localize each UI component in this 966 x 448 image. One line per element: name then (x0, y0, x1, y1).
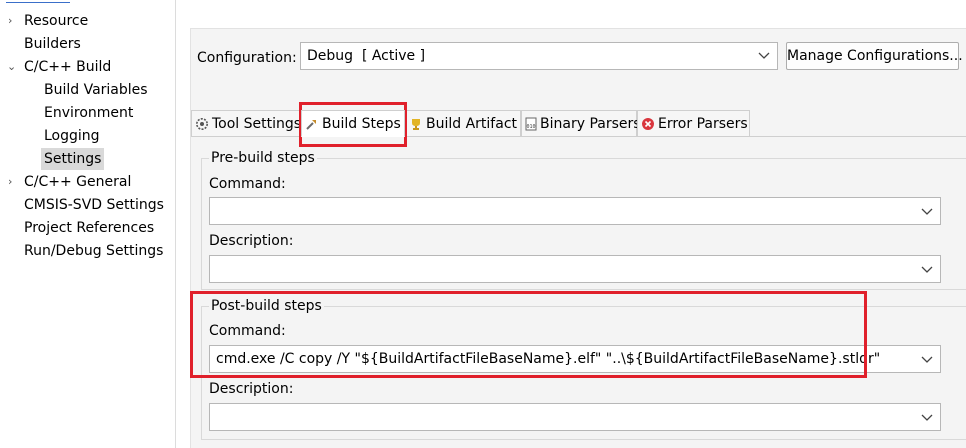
tree-item-logging[interactable]: Logging (44, 125, 100, 147)
properties-tree: › Resource Builders ⌄ C/C++ Build Build … (0, 0, 176, 448)
pre-build-description-input[interactable] (209, 255, 941, 283)
tree-item-cpp-general[interactable]: C/C++ General (24, 171, 131, 193)
tab-label: Error Parsers (658, 116, 748, 132)
error-icon (642, 118, 654, 130)
post-build-command-value: cmd.exe /C copy /Y "${BuildArtifactFileB… (216, 351, 881, 367)
pre-build-steps-title: Pre-build steps (209, 149, 317, 167)
gear-icon (196, 118, 208, 130)
tree-item-project-references[interactable]: Project References (24, 217, 154, 239)
tree-item-builders[interactable]: Builders (24, 33, 81, 55)
pre-build-description-label: Description: (209, 233, 294, 249)
svg-text:010: 010 (526, 124, 535, 130)
tab-label: Tool Settings (212, 116, 302, 132)
chevron-down-icon (758, 52, 770, 59)
tree-item-resource[interactable]: Resource (24, 10, 88, 32)
settings-tabs: Tool Settings Build Steps Build Artifact… (191, 110, 966, 137)
chevron-right-icon[interactable]: › (8, 171, 12, 193)
tab-binary-parsers[interactable]: 010 Binary Parsers (521, 110, 641, 137)
tree-item-build-variables[interactable]: Build Variables (44, 79, 148, 101)
tree-item-environment[interactable]: Environment (44, 102, 133, 124)
tree-item-cpp-build[interactable]: C/C++ Build (24, 56, 111, 78)
post-build-description-label: Description: (209, 381, 294, 397)
tab-label: Binary Parsers (540, 116, 641, 132)
chevron-down-icon[interactable]: ⌄ (7, 56, 16, 78)
post-build-command-label: Command: (209, 323, 286, 339)
binary-icon: 010 (525, 117, 537, 131)
configuration-select[interactable]: Debug [ Active ] (300, 42, 778, 70)
chevron-down-icon[interactable] (920, 410, 934, 424)
tree-item-run-debug-settings[interactable]: Run/Debug Settings (24, 240, 163, 262)
tree-filter-underline (6, 0, 70, 3)
post-build-command-input[interactable]: cmd.exe /C copy /Y "${BuildArtifactFileB… (209, 345, 941, 373)
build-steps-icon (306, 120, 316, 130)
tab-build-steps[interactable]: Build Steps (301, 110, 405, 137)
tab-label: Build Artifact (426, 116, 517, 132)
tab-tool-settings[interactable]: Tool Settings (191, 110, 301, 137)
manage-configurations-button[interactable]: Manage Configurations... (786, 42, 963, 70)
configuration-value: Debug [ Active ] (307, 48, 426, 64)
post-build-steps-title: Post-build steps (209, 297, 324, 315)
post-build-description-input[interactable] (209, 403, 941, 431)
chevron-down-icon[interactable] (920, 352, 934, 366)
pre-build-command-input[interactable] (209, 197, 941, 225)
tab-build-artifact[interactable]: Build Artifact (405, 110, 521, 137)
tab-error-parsers[interactable]: Error Parsers (637, 110, 750, 137)
tree-item-cmsis-svd-settings[interactable]: CMSIS-SVD Settings (24, 194, 164, 216)
tree-item-settings[interactable]: Settings (41, 148, 105, 170)
configuration-label: Configuration: (197, 50, 297, 66)
pre-build-command-label: Command: (209, 176, 286, 192)
chevron-down-icon[interactable] (920, 262, 934, 276)
tab-label: Build Steps (322, 116, 401, 132)
trophy-icon (412, 119, 420, 130)
chevron-down-icon[interactable] (920, 204, 934, 218)
chevron-right-icon[interactable]: › (8, 10, 12, 32)
